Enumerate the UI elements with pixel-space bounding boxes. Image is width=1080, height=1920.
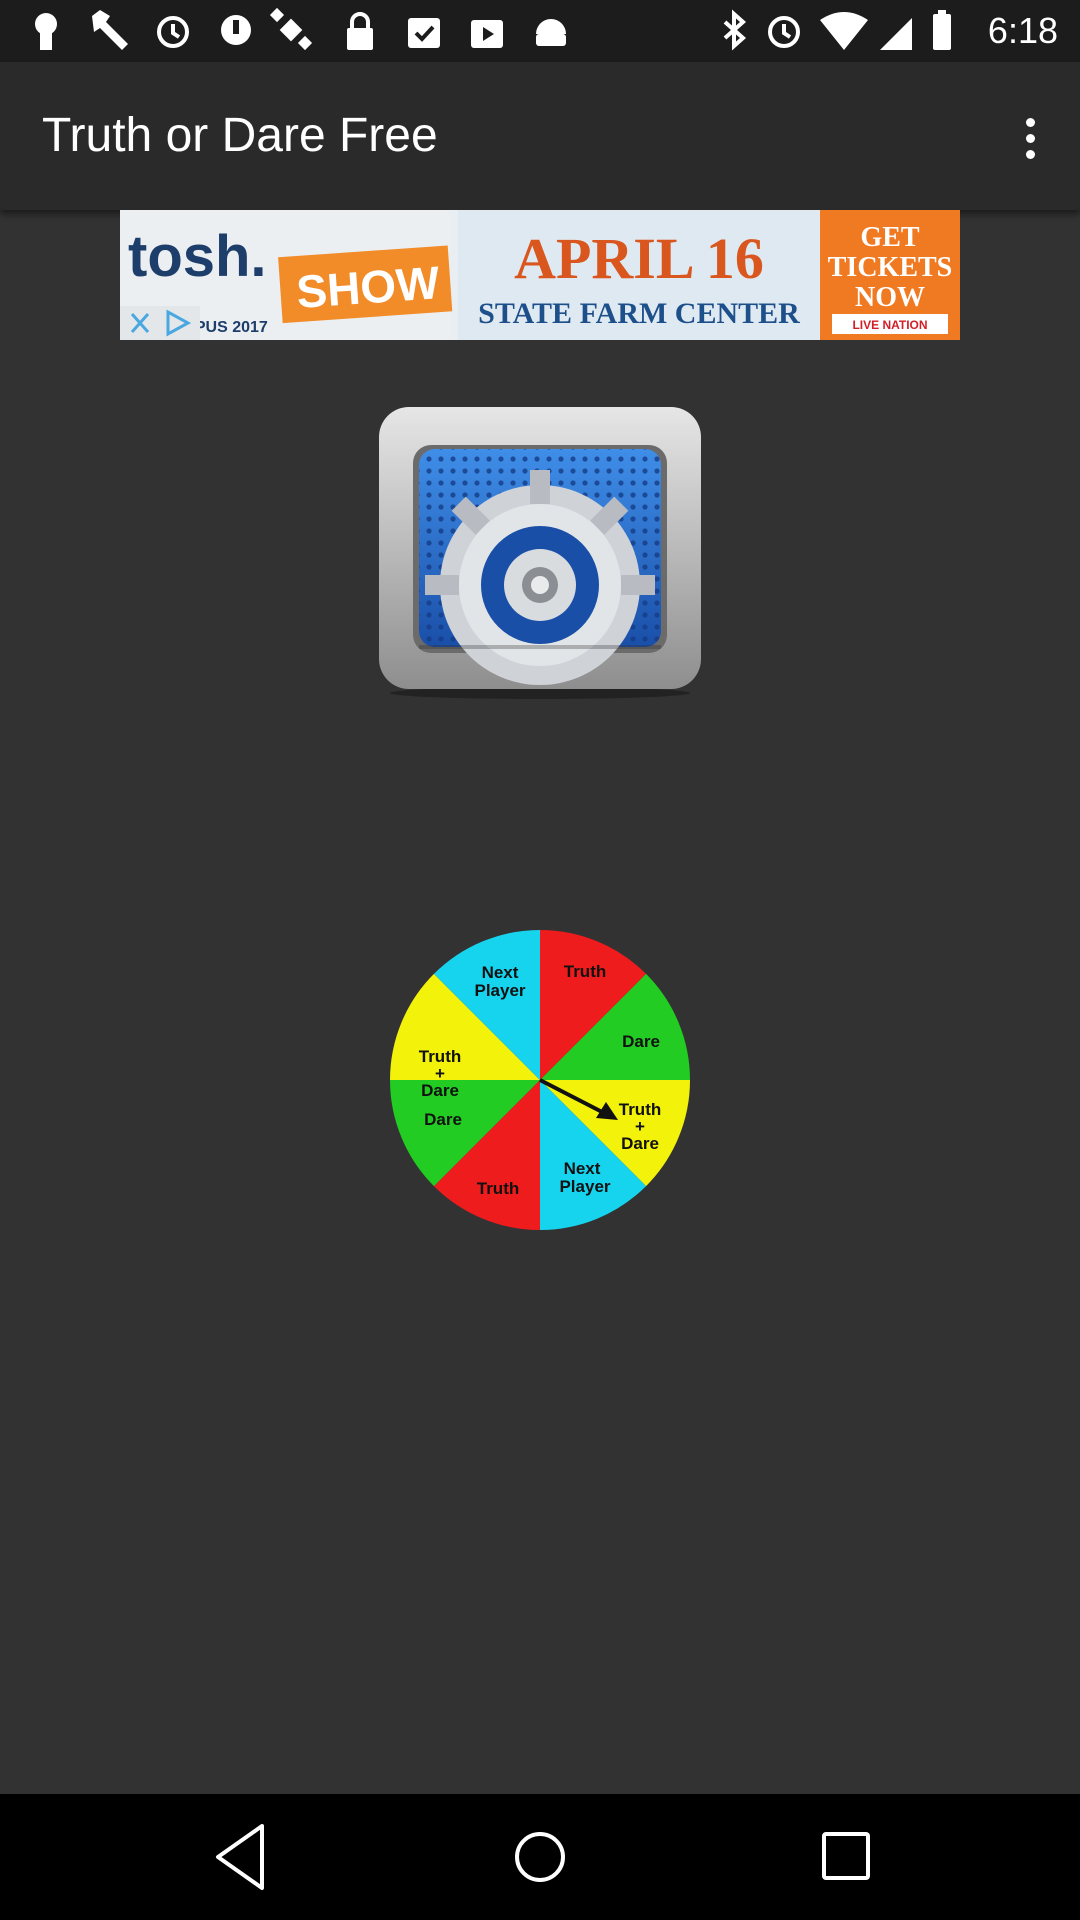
wheel-label-truth-dare-left-dare: Dare xyxy=(421,1081,459,1100)
satellite-icon xyxy=(269,7,313,51)
status-time: 6:18 xyxy=(987,10,1058,51)
wheel-label-next-player-bottom-2: Player xyxy=(559,1177,610,1196)
status-icons xyxy=(35,7,951,51)
wheel-label-truth-bottom: Truth xyxy=(477,1179,520,1198)
recents-square-icon[interactable] xyxy=(822,1832,870,1880)
status-bar: 6:18 xyxy=(0,0,1080,62)
alarm-icon xyxy=(768,16,800,48)
keyhole-icon xyxy=(35,13,57,50)
wheel-label-dare-left: Dare xyxy=(424,1110,462,1129)
battery-icon xyxy=(933,10,951,50)
back-triangle-icon[interactable] xyxy=(216,1824,264,1890)
settings-button[interactable] xyxy=(375,405,705,700)
ad-logo-text: tosh. xyxy=(128,224,267,289)
wrench-icon xyxy=(92,10,128,50)
spinner-wheel[interactable]: Truth Dare Truth + Dare Next Player Trut… xyxy=(388,928,692,1232)
signal-icon xyxy=(880,18,912,50)
clipboard-check-icon xyxy=(408,18,440,48)
ad-cta-line2: TICKETS xyxy=(828,252,953,283)
lock-icon xyxy=(347,12,373,50)
home-circle-icon[interactable] xyxy=(515,1832,565,1882)
wheel-label-truth-dare-right-dare: Dare xyxy=(621,1134,659,1153)
play-store-icon xyxy=(471,20,503,48)
app-title: Truth or Dare Free xyxy=(42,109,438,162)
wheel-label-next-player-top: Next xyxy=(482,963,519,982)
android-icon xyxy=(536,19,566,46)
app-bar: Truth or Dare Free xyxy=(0,62,1080,210)
close-icon[interactable] xyxy=(130,313,150,333)
more-vert-icon[interactable] xyxy=(1000,100,1060,176)
wheel-label-truth-top: Truth xyxy=(564,962,607,981)
ad-cta-line1: GET xyxy=(860,222,919,253)
gear-settings-icon[interactable] xyxy=(375,405,705,700)
wheel-label-next-player-top-2: Player xyxy=(474,981,525,1000)
ad-graphic[interactable]: tosh. SHOW ON CAMPUS 2017 APRIL 16 STATE… xyxy=(120,210,960,340)
alert-icon xyxy=(221,15,251,45)
ad-sponsor-text: LIVE NATION xyxy=(852,318,927,332)
wifi-icon xyxy=(820,12,868,50)
ad-show-text: SHOW xyxy=(295,256,442,318)
bluetooth-icon xyxy=(723,9,747,51)
alarm-icon xyxy=(157,16,189,48)
ad-controls xyxy=(130,309,192,337)
wheel-label-next-player-bottom: Next xyxy=(564,1159,601,1178)
navigation-bar xyxy=(0,1794,1080,1920)
ad-date-text: APRIL 16 xyxy=(514,226,764,291)
ad-cta-line3: NOW xyxy=(855,282,925,313)
adchoices-icon[interactable] xyxy=(166,309,192,337)
wheel-graphic[interactable]: Truth Dare Truth + Dare Next Player Trut… xyxy=(388,928,692,1232)
ad-banner[interactable]: tosh. SHOW ON CAMPUS 2017 APRIL 16 STATE… xyxy=(120,210,960,340)
ad-venue-text: STATE FARM CENTER xyxy=(478,297,800,330)
wheel-label-dare-right: Dare xyxy=(622,1032,660,1051)
